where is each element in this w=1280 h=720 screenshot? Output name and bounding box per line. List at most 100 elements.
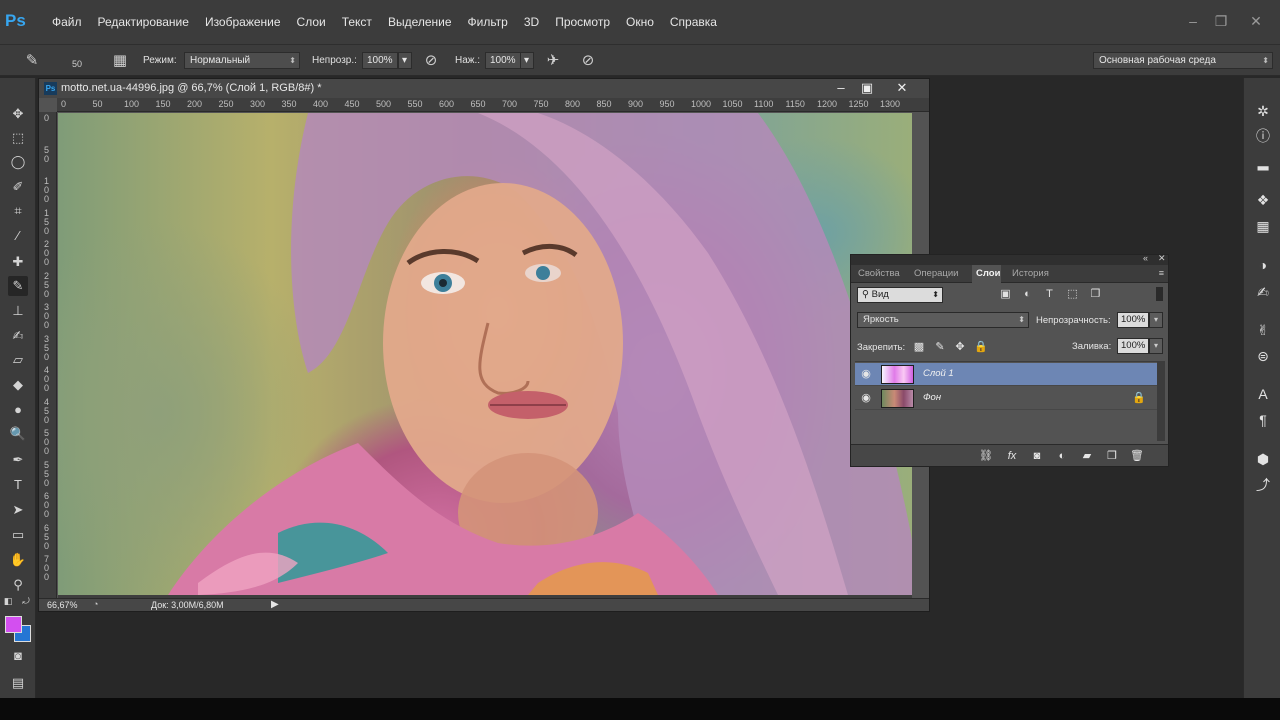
layer-name[interactable]: Фон: [923, 392, 941, 403]
navigator-icon[interactable]: ✲: [1252, 100, 1274, 122]
menu-file[interactable]: Файл: [44, 0, 90, 35]
airbrush-icon[interactable]: ✈: [543, 51, 563, 71]
tab-history[interactable]: История: [1012, 268, 1049, 279]
hand-tool-icon[interactable]: ✋: [8, 550, 28, 570]
layer-row-background[interactable]: ◉ Фон 🔒: [855, 387, 1157, 410]
clone-stamp-tool-icon[interactable]: ⊥: [8, 301, 28, 321]
color-icon[interactable]: ❖: [1252, 189, 1274, 211]
doc-minimize-icon[interactable]: –: [833, 80, 849, 96]
brush-tool-icon[interactable]: ✎: [8, 276, 28, 296]
delete-layer-icon[interactable]: 🗑: [1129, 449, 1145, 463]
pressure-opacity-icon[interactable]: ⊘: [421, 51, 441, 71]
menu-help[interactable]: Справка: [662, 0, 725, 35]
character-icon[interactable]: A: [1252, 383, 1274, 405]
zoom-tool-icon[interactable]: ⚲: [8, 575, 28, 595]
default-colors-icon[interactable]: ◧: [2, 595, 14, 607]
image-canvas[interactable]: [58, 113, 912, 595]
layer-name[interactable]: Слой 1: [923, 368, 954, 379]
filter-shape-icon[interactable]: ⬚: [1066, 288, 1079, 301]
filter-type-icon[interactable]: T: [1043, 288, 1056, 301]
layer-style-icon[interactable]: fx: [1004, 449, 1020, 463]
blend-mode-select[interactable]: Яркость ⬍: [857, 312, 1029, 328]
app-minimize-icon[interactable]: –: [1186, 14, 1200, 28]
filter-pixel-icon[interactable]: ▣: [999, 288, 1012, 301]
zoom-field[interactable]: 66,67%: [47, 600, 78, 610]
tab-layers[interactable]: Слои: [976, 268, 1000, 279]
panel-menu-icon[interactable]: ≡: [1159, 268, 1164, 278]
opacity-field[interactable]: 100%: [362, 52, 398, 69]
workspace-select[interactable]: Основная рабочая среда ⬍: [1093, 52, 1273, 69]
menu-layer[interactable]: Слои: [289, 0, 334, 35]
layer-opacity-dropdown-icon[interactable]: ▾: [1149, 312, 1163, 328]
filter-toggle[interactable]: [1156, 287, 1163, 301]
close-panel-icon[interactable]: ✕: [1158, 253, 1166, 264]
lock-transparent-icon[interactable]: ▩: [912, 340, 926, 354]
brush-tool-preset-icon[interactable]: ✎: [22, 51, 42, 71]
brush-panel-icon[interactable]: ⊜: [1252, 345, 1274, 367]
adjustment-layer-icon[interactable]: ◐: [1054, 449, 1070, 463]
eyedropper-tool-icon[interactable]: ⁄: [8, 226, 28, 246]
layer-row-layer-1[interactable]: ◉ Слой 1: [855, 363, 1157, 386]
tab-actions[interactable]: Операции: [914, 268, 958, 279]
menu-window[interactable]: Окно: [618, 0, 662, 35]
type-tool-icon[interactable]: T: [8, 475, 28, 495]
status-info-icon[interactable]: ◔: [93, 599, 98, 609]
link-layers-icon[interactable]: ⛓: [978, 449, 994, 463]
move-tool-icon[interactable]: ✥: [8, 104, 28, 124]
mode-select[interactable]: Нормальный ⬍: [184, 52, 300, 69]
layer-filter-select[interactable]: ⚲ Вид ⬍: [857, 287, 943, 303]
tab-properties[interactable]: Свойства: [858, 268, 900, 279]
dodge-tool-icon[interactable]: 🔍: [8, 424, 28, 444]
info-icon[interactable]: ⓘ: [1252, 125, 1274, 147]
add-mask-icon[interactable]: ◙: [1029, 449, 1045, 463]
lock-image-icon[interactable]: ✎: [933, 340, 947, 354]
paragraph-icon[interactable]: ¶: [1252, 409, 1274, 431]
lock-all-icon[interactable]: 🔒: [974, 340, 988, 354]
flow-dropdown-icon[interactable]: ▾: [520, 52, 534, 69]
new-layer-icon[interactable]: ❐: [1104, 449, 1120, 463]
paint-bucket-tool-icon[interactable]: ◆: [8, 375, 28, 395]
panel-header[interactable]: « ✕: [851, 253, 1168, 265]
filter-adjustment-icon[interactable]: ◐: [1021, 288, 1034, 301]
rectangle-tool-icon[interactable]: ▭: [8, 525, 28, 545]
histogram-icon[interactable]: ▂: [1252, 151, 1274, 173]
doc-maximize-icon[interactable]: ▣: [859, 80, 875, 96]
new-group-icon[interactable]: ▰: [1079, 449, 1095, 463]
menu-filter[interactable]: Фильтр: [460, 0, 516, 35]
swap-colors-icon[interactable]: ⤾: [20, 595, 32, 607]
lock-position-icon[interactable]: ✥: [953, 340, 967, 354]
eye-icon[interactable]: ◉: [859, 391, 873, 405]
marquee-tool-icon[interactable]: ⬚: [8, 128, 28, 148]
document-tab[interactable]: Ps motto.net.ua-44996.jpg @ 66,7% (Слой …: [39, 79, 929, 98]
menu-3d[interactable]: 3D: [516, 0, 547, 35]
brush-presets-icon[interactable]: ✌: [1252, 319, 1274, 341]
opacity-dropdown-icon[interactable]: ▾: [398, 52, 412, 69]
blur-tool-icon[interactable]: ●: [8, 400, 28, 420]
filter-smart-object-icon[interactable]: ❐: [1089, 288, 1102, 301]
menu-select[interactable]: Выделение: [380, 0, 460, 35]
layer-list-scrollbar[interactable]: [1157, 361, 1165, 441]
menu-type[interactable]: Текст: [334, 0, 380, 35]
styles-icon[interactable]: ✍: [1252, 281, 1274, 303]
menu-view[interactable]: Просмотр: [547, 0, 618, 35]
collapse-panel-icon[interactable]: «: [1143, 253, 1148, 263]
3d-icon[interactable]: ⬢: [1252, 448, 1274, 470]
quick-mask-icon[interactable]: ◙: [8, 646, 28, 666]
layer-opacity-field[interactable]: 100%: [1117, 312, 1149, 328]
quick-selection-tool-icon[interactable]: ✐: [8, 177, 28, 197]
brush-panel-icon[interactable]: ▦: [110, 51, 130, 71]
app-restore-icon[interactable]: ❐: [1214, 14, 1228, 28]
menu-image[interactable]: Изображение: [197, 0, 289, 35]
eye-icon[interactable]: ◉: [859, 367, 873, 381]
history-brush-tool-icon[interactable]: ✍: [8, 326, 28, 346]
vertical-ruler[interactable]: 0 50 100 150 200 250 300 350 400 450 500 550 600 650 7…: [39, 112, 57, 598]
brush-size-picker[interactable]: 50: [66, 51, 88, 71]
fill-field[interactable]: 100%: [1117, 338, 1149, 354]
paths-icon[interactable]: ⤴: [1252, 474, 1274, 496]
adjustments-icon[interactable]: ◑: [1252, 254, 1274, 276]
lasso-tool-icon[interactable]: ◯: [8, 152, 28, 172]
fill-dropdown-icon[interactable]: ▾: [1149, 338, 1163, 354]
eraser-tool-icon[interactable]: ▱: [8, 350, 28, 370]
crop-tool-icon[interactable]: ⌗: [8, 201, 28, 221]
pen-tool-icon[interactable]: ✒: [8, 450, 28, 470]
